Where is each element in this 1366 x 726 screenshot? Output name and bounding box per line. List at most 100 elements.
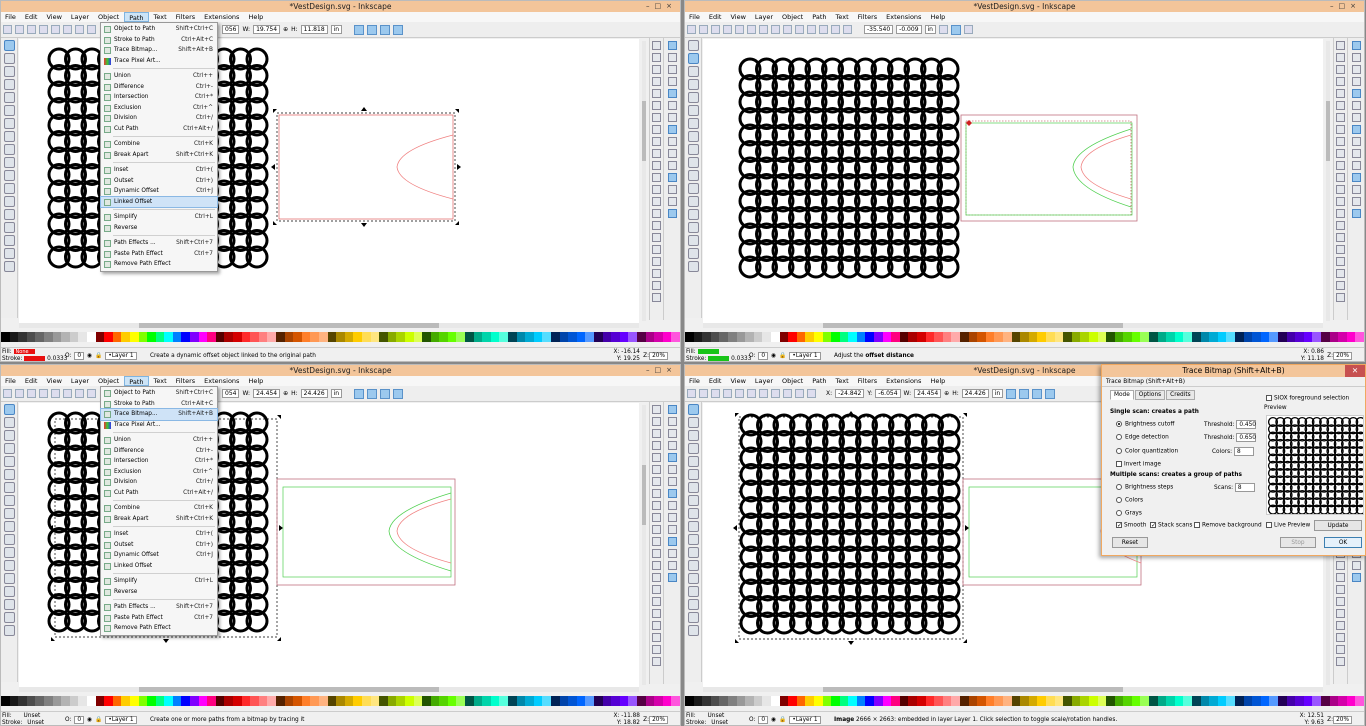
snap-page-icon[interactable] [1351, 185, 1361, 194]
snap-midpoints-icon[interactable] [1351, 149, 1361, 158]
clone-icon[interactable] [1336, 585, 1345, 594]
palette-swatch[interactable] [1080, 696, 1089, 706]
select-all-layers-icon[interactable] [15, 25, 24, 34]
palette-swatch[interactable] [284, 332, 294, 342]
palette-swatch[interactable] [1063, 696, 1072, 706]
xml-editor-icon[interactable] [1336, 645, 1345, 654]
palette-swatch[interactable] [882, 332, 892, 342]
menu-item-exclusion[interactable]: Exclusion Ctrl+^ [101, 103, 217, 114]
snap-bbox-icon[interactable] [667, 417, 677, 426]
lock-layer-icon[interactable]: 🔒 [95, 717, 102, 723]
zoom-field[interactable]: Z: 20% [643, 352, 668, 360]
menu-item-object-to-path[interactable]: Object to Path Shift+Ctrl+C [101, 388, 217, 399]
palette-swatch[interactable] [473, 696, 483, 706]
cut-icon[interactable] [652, 513, 661, 522]
palette-swatch[interactable] [551, 332, 560, 342]
lower-icon[interactable] [795, 389, 804, 398]
palette-swatch[interactable] [1355, 696, 1364, 706]
flip-v-icon[interactable] [759, 389, 768, 398]
palette-swatch[interactable] [276, 696, 285, 706]
rect-tool-icon[interactable] [688, 469, 699, 480]
layer-select[interactable]: •Layer 1 [789, 352, 821, 360]
palette-swatch[interactable] [1088, 696, 1098, 706]
menu-edit[interactable]: Edit [705, 376, 726, 386]
palette-swatch[interactable] [396, 696, 405, 706]
palette-swatch[interactable] [576, 332, 586, 342]
canvas[interactable] [703, 39, 1323, 323]
auto-node-icon[interactable] [795, 25, 804, 34]
palette-swatch[interactable] [490, 332, 500, 342]
menu-item-cut-path[interactable]: Cut Path Ctrl+Alt+/ [101, 488, 217, 499]
measure-tool-icon[interactable] [688, 92, 699, 103]
menu-item-difference[interactable]: Difference Ctrl+- [101, 82, 217, 93]
import-icon[interactable] [652, 453, 661, 462]
palette-swatch[interactable] [293, 696, 302, 706]
tab-credits[interactable]: Credits [1166, 390, 1195, 400]
lower-bottom-icon[interactable] [807, 389, 816, 398]
h-field[interactable]: 11.818 [300, 25, 328, 34]
tab-options[interactable]: Options [1134, 390, 1166, 400]
palette-swatch[interactable] [1329, 696, 1339, 706]
menu-object[interactable]: Object [778, 376, 807, 386]
palette-swatch[interactable] [508, 696, 517, 706]
snap-midpoints-icon[interactable] [667, 149, 677, 158]
palette-swatch[interactable] [1252, 696, 1261, 706]
palette-swatch[interactable] [490, 696, 500, 706]
tweak-tool-icon[interactable] [688, 66, 699, 77]
menu-item-division[interactable]: Division Ctrl+/ [101, 477, 217, 488]
print-icon[interactable] [1336, 77, 1345, 86]
unit-select[interactable]: in [924, 25, 936, 34]
palette-swatch[interactable] [1329, 332, 1339, 342]
palette-swatch[interactable] [318, 332, 328, 342]
palette-swatch[interactable] [172, 332, 182, 342]
palette-swatch[interactable] [190, 332, 199, 342]
w-field[interactable]: 24.454 [253, 389, 281, 398]
save-icon[interactable] [1336, 65, 1345, 74]
cusp-node-icon[interactable] [759, 25, 768, 34]
palette-swatch[interactable] [1166, 332, 1175, 342]
clone-icon[interactable] [652, 221, 661, 230]
snap-smooth-icon[interactable] [1351, 137, 1361, 146]
palette-swatch[interactable] [745, 332, 754, 342]
palette-swatch[interactable] [1037, 332, 1046, 342]
palette-swatch[interactable] [1011, 332, 1021, 342]
palette-swatch[interactable] [1045, 332, 1055, 342]
rect-tool-icon[interactable] [688, 105, 699, 116]
y-field[interactable]: -6.054 [875, 389, 901, 398]
gradient-tool-icon[interactable] [688, 625, 699, 636]
line-segment-icon[interactable] [807, 25, 816, 34]
palette-swatch[interactable] [1286, 696, 1296, 706]
palette-swatch[interactable] [1192, 696, 1201, 706]
redo-icon[interactable] [652, 489, 661, 498]
bucket-tool-icon[interactable] [4, 612, 15, 623]
palette-swatch[interactable] [52, 332, 62, 342]
align-icon[interactable] [1336, 657, 1345, 666]
snap-paths-icon[interactable] [667, 101, 677, 110]
palette-swatch[interactable] [344, 696, 354, 706]
stack-scans-checkbox[interactable]: ✓ Stack scans [1150, 522, 1192, 529]
palette-swatch[interactable] [1080, 332, 1089, 342]
open-icon[interactable] [652, 53, 661, 62]
snap-nodes-icon[interactable] [667, 89, 677, 98]
x-field[interactable]: 056 [222, 25, 240, 34]
palette-swatch[interactable] [1277, 332, 1287, 342]
palette-swatch[interactable] [951, 332, 960, 342]
bucket-tool-icon[interactable] [688, 248, 699, 259]
horizontal-scrollbar[interactable] [19, 323, 639, 328]
measure-tool-icon[interactable] [4, 92, 15, 103]
scale-stroke-icon[interactable] [354, 24, 365, 35]
zoom-field[interactable]: Z: 20% [643, 716, 668, 724]
palette-swatch[interactable] [831, 332, 840, 342]
duplicate-icon[interactable] [652, 573, 661, 582]
menu-item-break-apart[interactable]: Break Apart Shift+Ctrl+K [101, 150, 217, 161]
eraser-tool-icon[interactable] [4, 599, 15, 610]
palette-swatch[interactable] [753, 332, 763, 342]
symmetric-node-icon[interactable] [783, 25, 792, 34]
palette-swatch[interactable] [224, 332, 234, 342]
eraser-tool-icon[interactable] [688, 599, 699, 610]
move-patterns-icon[interactable] [1045, 388, 1056, 399]
palette-swatch[interactable] [925, 696, 935, 706]
eye-icon[interactable]: ◉ [771, 353, 776, 359]
lock-icon[interactable]: ⊕ [944, 390, 949, 397]
menu-item-inset[interactable]: Inset Ctrl+( [101, 165, 217, 176]
